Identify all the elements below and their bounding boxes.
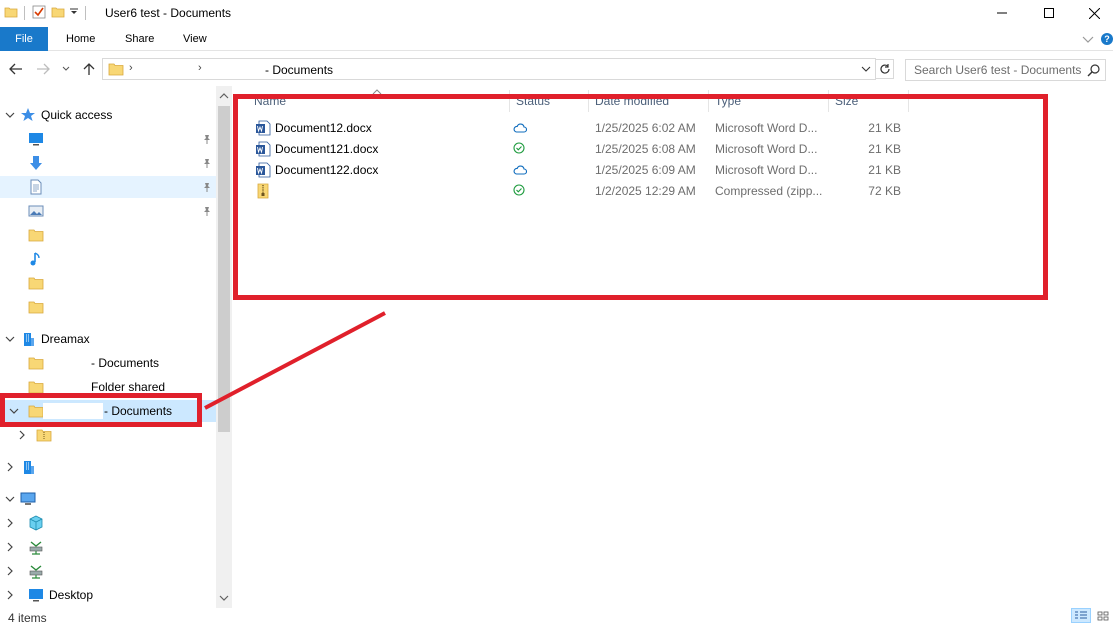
pictures-icon bbox=[28, 203, 44, 219]
nav-desktop-label: Desktop bbox=[49, 588, 94, 602]
nav-music-item[interactable] bbox=[0, 248, 216, 270]
forward-button[interactable] bbox=[33, 59, 53, 79]
folder-icon bbox=[28, 299, 44, 315]
nav-desktop[interactable]: Desktop bbox=[0, 584, 216, 606]
navpane-scrollbar[interactable] bbox=[216, 86, 232, 608]
search-input[interactable]: Search User6 test - Documents bbox=[905, 59, 1106, 81]
chevron-down-icon[interactable] bbox=[4, 333, 16, 345]
search-icon[interactable] bbox=[1087, 63, 1101, 80]
pin-icon[interactable] bbox=[202, 205, 212, 219]
nav-org-item-label: - Documents bbox=[91, 356, 160, 370]
nav-quick-access[interactable]: Quick access bbox=[0, 104, 216, 126]
chevron-right-icon[interactable] bbox=[4, 565, 16, 577]
up-button[interactable] bbox=[79, 59, 99, 79]
nav-org-item[interactable]: - Documents bbox=[0, 352, 216, 374]
network-drive-icon bbox=[28, 563, 44, 579]
tab-file[interactable]: File bbox=[0, 27, 48, 51]
nav-org-collapsed[interactable] bbox=[0, 456, 216, 478]
separator bbox=[85, 6, 86, 20]
zip-folder-icon bbox=[36, 427, 52, 443]
nav-pinned-item[interactable] bbox=[0, 200, 216, 222]
address-bar[interactable]: › › - Documents bbox=[102, 58, 876, 80]
star-icon bbox=[20, 107, 36, 123]
refresh-button[interactable] bbox=[876, 59, 894, 79]
item-count: 4 items bbox=[8, 611, 47, 623]
tab-share[interactable]: Share bbox=[125, 27, 154, 51]
pin-icon[interactable] bbox=[202, 157, 212, 171]
scrollbar-thumb[interactable] bbox=[218, 106, 230, 432]
nav-pinned-item[interactable] bbox=[0, 176, 216, 198]
search-placeholder: Search User6 test - Documents bbox=[914, 63, 1082, 77]
nav-quick-access-label: Quick access bbox=[41, 108, 113, 122]
chevron-right-icon[interactable] bbox=[4, 461, 16, 473]
folder-icon bbox=[4, 5, 18, 22]
pin-icon[interactable] bbox=[202, 133, 212, 147]
annotation-box-files bbox=[233, 94, 1048, 300]
recent-locations-button[interactable] bbox=[59, 59, 73, 79]
nav-org-label: Dreamax bbox=[41, 332, 90, 346]
computer-icon bbox=[20, 491, 36, 507]
properties-icon[interactable] bbox=[31, 4, 47, 23]
folder-icon bbox=[28, 275, 44, 291]
status-bar: 4 items bbox=[0, 608, 1113, 623]
scroll-up-icon[interactable] bbox=[219, 90, 229, 100]
breadcrumb-separator[interactable]: › bbox=[129, 62, 133, 74]
new-folder-icon[interactable] bbox=[51, 5, 65, 22]
folder-icon bbox=[28, 227, 44, 243]
details-view-button[interactable] bbox=[1071, 608, 1091, 623]
chevron-down-icon[interactable] bbox=[4, 493, 16, 505]
chevron-right-icon[interactable] bbox=[4, 541, 16, 553]
tab-view[interactable]: View bbox=[183, 27, 207, 51]
folder-icon bbox=[108, 61, 124, 80]
nav-org[interactable]: Dreamax bbox=[0, 328, 216, 350]
annotation-box-folder bbox=[0, 393, 202, 427]
3d-objects-icon bbox=[28, 515, 44, 531]
close-button[interactable] bbox=[1071, 0, 1113, 26]
maximize-button[interactable] bbox=[1026, 0, 1072, 26]
chevron-right-icon[interactable] bbox=[16, 429, 28, 441]
separator bbox=[24, 6, 25, 20]
large-icons-view-button[interactable] bbox=[1093, 608, 1113, 623]
help-icon[interactable]: ? bbox=[1101, 33, 1113, 45]
navigation-pane: Quick access Dreamax - Documents Folder … bbox=[0, 86, 232, 610]
music-icon bbox=[28, 251, 44, 267]
desktop-icon bbox=[28, 587, 44, 603]
nav-folder-item[interactable] bbox=[0, 272, 216, 294]
chevron-right-icon[interactable] bbox=[4, 517, 16, 529]
expand-ribbon-icon[interactable] bbox=[1082, 33, 1094, 47]
nav-org-item-label: Folder shared bbox=[91, 380, 166, 394]
minimize-button[interactable] bbox=[979, 0, 1025, 26]
network-drive-icon bbox=[28, 539, 44, 555]
downloads-icon bbox=[28, 155, 44, 171]
customize-toolbar-icon[interactable] bbox=[69, 6, 79, 20]
tab-home[interactable]: Home bbox=[66, 27, 95, 51]
pin-icon[interactable] bbox=[202, 181, 212, 195]
folder-icon bbox=[28, 355, 44, 371]
breadcrumb-current[interactable]: - Documents bbox=[265, 63, 333, 77]
quick-access-toolbar bbox=[4, 4, 88, 22]
nav-subfolder-item[interactable] bbox=[0, 424, 216, 446]
address-dropdown-button[interactable] bbox=[858, 60, 874, 78]
back-button[interactable] bbox=[6, 59, 26, 79]
nav-pinned-item[interactable] bbox=[0, 128, 216, 150]
nav-pinned-item[interactable] bbox=[0, 152, 216, 174]
window-title: User6 test - Documents bbox=[105, 6, 232, 20]
nav-drive-item[interactable] bbox=[0, 512, 216, 534]
nav-network-drive-item[interactable] bbox=[0, 536, 216, 558]
building-icon bbox=[20, 459, 36, 475]
breadcrumb-separator[interactable]: › bbox=[198, 62, 202, 74]
navigation-bar: › › - Documents Search User6 test - Docu… bbox=[0, 56, 1113, 82]
nav-folder-item[interactable] bbox=[0, 224, 216, 246]
nav-folder-item[interactable] bbox=[0, 296, 216, 318]
ribbon: File Home Share View bbox=[0, 27, 1113, 51]
chevron-down-icon[interactable] bbox=[4, 109, 16, 121]
desktop-icon bbox=[28, 131, 44, 147]
documents-icon bbox=[28, 179, 44, 195]
nav-network-drive-item[interactable] bbox=[0, 560, 216, 582]
title-bar: User6 test - Documents bbox=[0, 0, 1113, 26]
building-icon bbox=[20, 331, 36, 347]
chevron-right-icon[interactable] bbox=[4, 589, 16, 601]
scroll-down-icon[interactable] bbox=[219, 592, 229, 602]
nav-this-pc[interactable] bbox=[0, 488, 216, 510]
